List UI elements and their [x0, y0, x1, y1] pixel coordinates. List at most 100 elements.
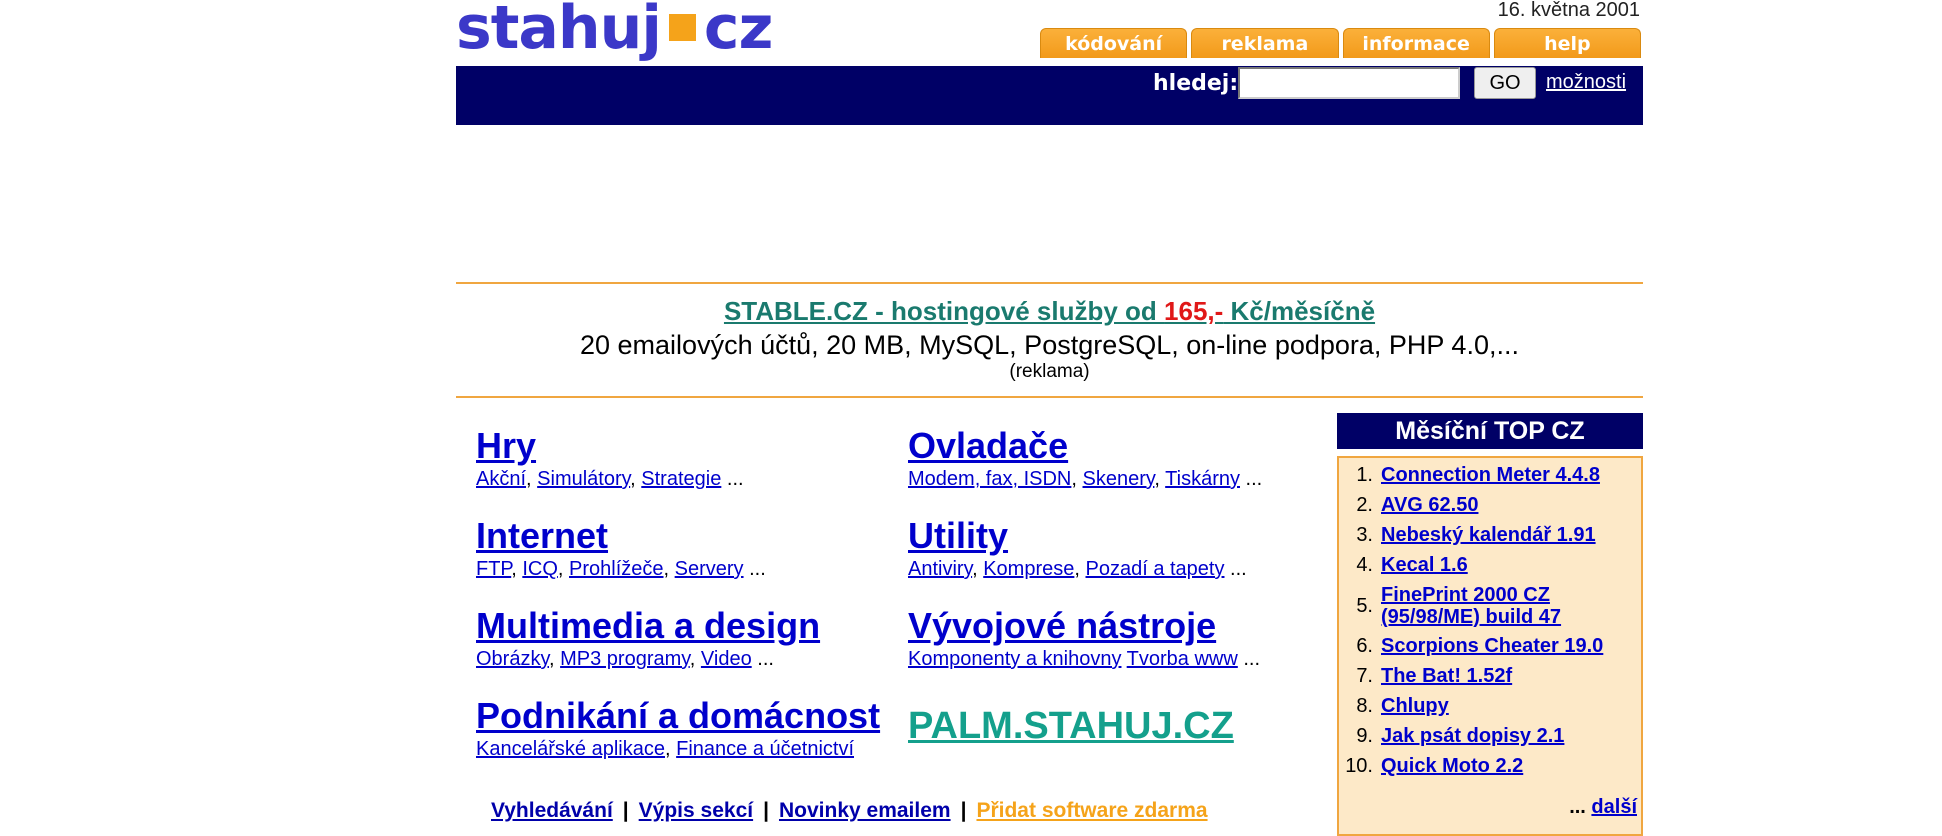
footer-sections-link[interactable]: Výpis sekcí — [639, 799, 753, 822]
subcategory-link[interactable]: Pozadí a tapety — [1086, 558, 1225, 580]
more-ellipsis: ... — [1237, 648, 1261, 670]
subcategory-link[interactable]: Strategie — [641, 468, 721, 490]
subcategory-link[interactable]: Kancelářské aplikace — [476, 738, 665, 760]
tab-kodovani[interactable]: kódování — [1040, 28, 1188, 58]
top-item: 2. AVG 62.50 — [1339, 494, 1641, 517]
ad-note: (reklama) — [1009, 361, 1090, 382]
top-more-prefix: ... — [1569, 796, 1586, 818]
top-item: 4. Kecal 1.6 — [1339, 554, 1641, 577]
category-title[interactable]: Utility — [908, 515, 1247, 557]
top-item-link[interactable]: Kecal 1.6 — [1381, 554, 1468, 577]
category-links: FTP, ICQ, Prohlížeče, Servery ... — [476, 558, 766, 580]
subcategory-link[interactable]: Tiskárny — [1165, 468, 1240, 490]
more-ellipsis: ... — [743, 558, 766, 580]
category-title[interactable]: Podnikání a domácnost — [476, 695, 880, 737]
search-options-link[interactable]: možnosti — [1546, 71, 1626, 94]
subcategory-link[interactable]: Simulátory — [537, 468, 630, 490]
category-vyvojove-nastroje: Vývojové nástroje Komponenty a knihovny … — [908, 605, 1260, 671]
subcategory-link[interactable]: Servery — [675, 558, 744, 580]
top-item: 3. Nebeský kalendář 1.91 — [1339, 524, 1641, 547]
top-item-link[interactable]: The Bat! 1.52f — [1381, 665, 1512, 688]
ad-title-post: Kč/měsíčně — [1223, 296, 1376, 326]
subcategory-link[interactable]: Tvorba www — [1127, 648, 1238, 670]
search-bar — [456, 66, 1643, 125]
subcategory-link[interactable]: FTP — [476, 558, 511, 580]
top-item-link[interactable]: AVG 62.50 — [1381, 494, 1478, 517]
category-title[interactable]: Multimedia a design — [476, 605, 820, 647]
subcategory-link[interactable]: Komponenty a knihovny — [908, 648, 1121, 670]
ad-divider-bottom — [456, 396, 1643, 398]
top-item-number: 7. — [1356, 665, 1373, 687]
top-item-number: 2. — [1356, 494, 1373, 516]
search-input[interactable] — [1238, 67, 1460, 99]
top-item-link[interactable]: Connection Meter 4.4.8 — [1381, 464, 1600, 487]
top-item-link[interactable]: Chlupy — [1381, 695, 1449, 718]
top-more-link[interactable]: další — [1591, 796, 1637, 818]
category-links: Modem, fax, ISDN, Skenery, Tiskárny ... — [908, 468, 1263, 490]
top-item: 8. Chlupy — [1339, 695, 1641, 718]
top-item-number: 3. — [1356, 524, 1373, 546]
more-ellipsis: ... — [1240, 468, 1263, 490]
subcategory-link[interactable]: MP3 programy — [560, 648, 690, 670]
tab-informace[interactable]: informace — [1342, 28, 1490, 58]
top-item-number: 6. — [1356, 635, 1373, 657]
top-item-link[interactable]: Jak psát dopisy 2.1 — [1381, 725, 1564, 748]
top-item-link[interactable]: Scorpions Cheater 19.0 — [1381, 635, 1603, 658]
top-item-number: 10. — [1345, 755, 1373, 777]
more-ellipsis: ... — [721, 468, 744, 490]
top-item: 5. FinePrint 2000 CZ (95/98/ME) build 47 — [1339, 584, 1641, 628]
footer-search-link[interactable]: Vyhledávání — [491, 799, 613, 822]
top-more: ... další — [1569, 796, 1637, 819]
category-hry: Hry Akční, Simulátory, Strategie ... — [476, 425, 744, 491]
category-internet: Internet FTP, ICQ, Prohlížeče, Servery .… — [476, 515, 766, 581]
category-title[interactable]: Hry — [476, 425, 744, 467]
ad-banner: STABLE.CZ - hostingové služby od 165,- K… — [456, 292, 1643, 384]
footer-separator: | — [622, 799, 629, 822]
subcategory-link[interactable]: ICQ — [522, 558, 558, 580]
category-ovladace: Ovladače Modem, fax, ISDN, Skenery, Tisk… — [908, 425, 1262, 491]
category-title[interactable]: Internet — [476, 515, 766, 557]
top-item-link[interactable]: Nebeský kalendář 1.91 — [1381, 524, 1596, 547]
footer-links: Vyhledávání | Výpis sekcí | Novinky emailem |… — [491, 798, 1208, 824]
more-ellipsis: ... — [1224, 558, 1247, 580]
tab-reklama[interactable]: reklama — [1191, 28, 1339, 58]
search-label: hledej: — [1153, 71, 1239, 96]
category-title[interactable]: Ovladače — [908, 425, 1262, 467]
logo-text-right: cz — [703, 0, 773, 63]
palm-stahuj-link[interactable]: PALM.STAHUJ.CZ — [908, 705, 1234, 748]
subcategory-link[interactable]: Obrázky — [476, 648, 549, 670]
footer-separator: | — [960, 799, 967, 822]
subcategory-link[interactable]: Modem, fax, ISDN — [908, 468, 1071, 490]
ad-title-pre: STABLE.CZ - hostingové služby od — [723, 296, 1165, 326]
top-item-number: 8. — [1356, 695, 1373, 717]
subcategory-link[interactable]: Skenery — [1083, 468, 1155, 490]
go-button[interactable]: GO — [1474, 67, 1536, 99]
category-multimedia: Multimedia a design Obrázky, MP3 program… — [476, 605, 820, 671]
subcategory-link[interactable]: Antiviry — [908, 558, 972, 580]
top-item-link[interactable]: Quick Moto 2.2 — [1381, 755, 1523, 778]
top-item-link[interactable]: FinePrint 2000 CZ (95/98/ME) build 47 — [1381, 584, 1571, 628]
logo-text-left: stahuj — [456, 0, 662, 63]
logo-square-icon — [668, 13, 696, 41]
tab-help[interactable]: help — [1493, 28, 1641, 58]
top-item-number: 9. — [1356, 725, 1373, 747]
category-utility: Utility Antiviry, Komprese, Pozadí a tap… — [908, 515, 1247, 581]
top-box: 1. Connection Meter 4.4.8 2. AVG 62.50 3. N… — [1337, 456, 1643, 836]
ad-divider-top — [456, 282, 1643, 284]
top-item-number: 4. — [1356, 554, 1373, 576]
ad-title-link[interactable]: STABLE.CZ - hostingové služby od 165,- K… — [456, 292, 1643, 330]
footer-newsletter-link[interactable]: Novinky emailem — [779, 799, 951, 822]
footer-add-software-link[interactable]: Přidat software zdarma — [976, 799, 1207, 822]
top-item: 1. Connection Meter 4.4.8 — [1339, 464, 1641, 487]
subcategory-link[interactable]: Finance a účetnictví — [676, 738, 854, 760]
category-title[interactable]: Vývojové nástroje — [908, 605, 1260, 647]
subcategory-link[interactable]: Prohlížeče — [569, 558, 664, 580]
subcategory-link[interactable]: Komprese — [983, 558, 1074, 580]
subcategory-link[interactable]: Akční — [476, 468, 526, 490]
category-podnikani: Podnikání a domácnost Kancelářské aplika… — [476, 695, 880, 761]
subcategory-link[interactable]: Video — [701, 648, 752, 670]
header-tabs: kódování reklama informace help — [1040, 28, 1641, 58]
site-logo[interactable]: stahuj cz — [456, 0, 773, 63]
ad-description: 20 emailových účtů, 20 MB, MySQL, Postgr… — [580, 330, 1519, 360]
top-box-title: Měsíční TOP CZ — [1337, 413, 1643, 449]
